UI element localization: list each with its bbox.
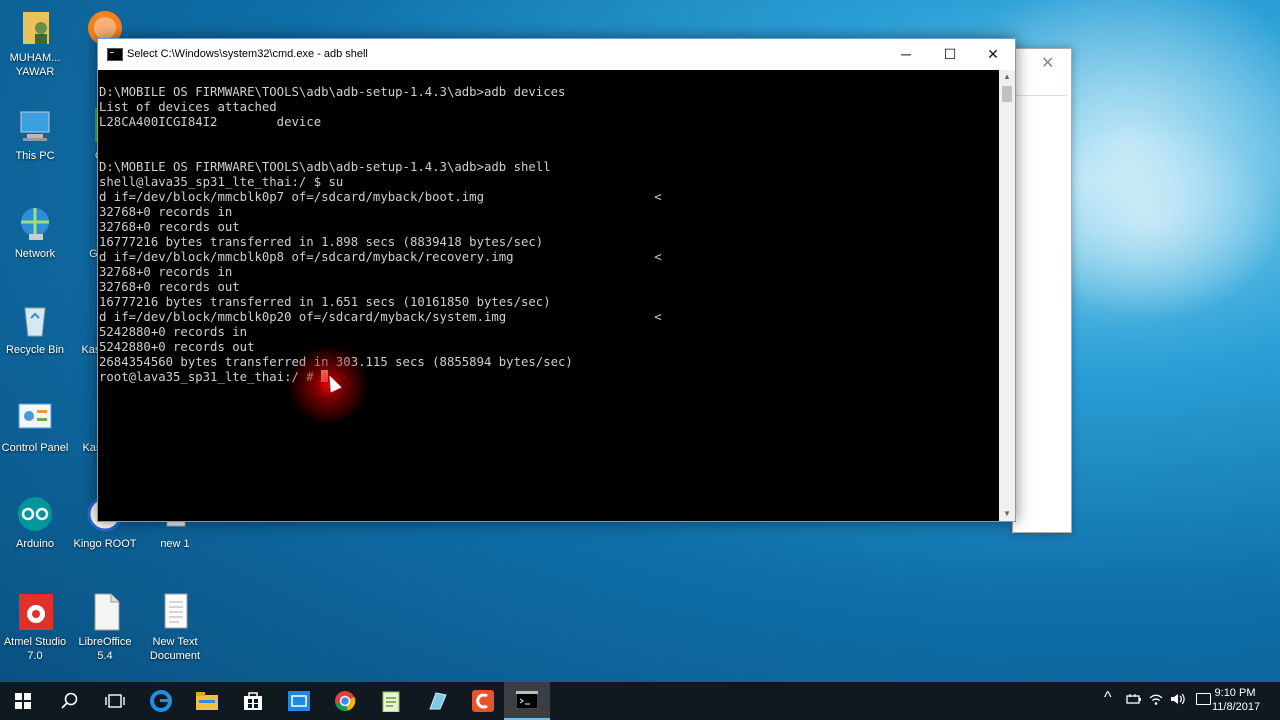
console-line: 32768+0 records in bbox=[99, 265, 233, 279]
action-center-icon[interactable] bbox=[1196, 693, 1211, 705]
text-document-icon bbox=[155, 592, 195, 632]
console-line: d if=/dev/block/mmcblk0p20 of=/sdcard/my… bbox=[99, 310, 662, 324]
desktop-icon-this-pc[interactable]: This PC bbox=[0, 106, 70, 163]
desktop-icon-label: LibreOffice 5.4 bbox=[78, 636, 132, 662]
camtasia-icon bbox=[472, 690, 494, 712]
atmel-studio-icon bbox=[15, 592, 55, 632]
title-bar[interactable]: Select C:\Windows\system32\cmd.exe - adb… bbox=[98, 39, 1015, 70]
window-content bbox=[1013, 95, 1067, 566]
scroll-up-icon[interactable]: ▲ bbox=[999, 70, 1015, 84]
taskbar-store[interactable] bbox=[230, 682, 276, 720]
desktop-icon-label: Kingo ROOT bbox=[73, 538, 137, 550]
console-line: 16777216 bytes transferred in 1.898 secs… bbox=[99, 235, 544, 249]
file-explorer-icon bbox=[196, 692, 218, 710]
desktop-icon-label: Atmel Studio 7.0 bbox=[3, 636, 67, 662]
console-line: L28CA400ICGI84I2 device bbox=[99, 115, 322, 129]
desktop: MUHAM... YAWAR This PC Network Recycle B… bbox=[0, 0, 1280, 682]
vertical-scrollbar[interactable]: ▲ ▼ bbox=[999, 70, 1015, 521]
desktop-icon-label: new 1 bbox=[160, 538, 190, 550]
recycle-bin-icon bbox=[15, 300, 55, 340]
cmd-window[interactable]: Select C:\Windows\system32\cmd.exe - adb… bbox=[97, 38, 1016, 522]
network-globe-icon bbox=[15, 204, 55, 244]
taskbar-chrome[interactable] bbox=[322, 682, 368, 720]
console-line: d if=/dev/block/mmcblk0p8 of=/sdcard/myb… bbox=[99, 250, 662, 264]
tray-chevron-icon[interactable]: ^ bbox=[1104, 689, 1112, 707]
console-line: shell@lava35_sp31_lte_thai:/ $ su bbox=[99, 175, 344, 189]
desktop-icon-label: This PC bbox=[15, 150, 55, 162]
taskbar-file-explorer[interactable] bbox=[184, 682, 230, 720]
task-view-button[interactable] bbox=[92, 682, 138, 720]
clock-date: 11/8/2017 bbox=[1212, 701, 1261, 713]
cmd-icon bbox=[107, 48, 123, 61]
console-line: 32768+0 records out bbox=[99, 220, 240, 234]
taskbar-camtasia[interactable] bbox=[460, 682, 506, 720]
console-line: d if=/dev/block/mmcblk0p7 of=/sdcard/myb… bbox=[99, 190, 662, 204]
console-line: 32768+0 records out bbox=[99, 280, 240, 294]
desktop-icon-label: MUHAM... YAWAR bbox=[9, 52, 61, 78]
console-line: D:\MOBILE OS FIRMWARE\TOOLS\adb\adb-setu… bbox=[99, 85, 566, 99]
store-icon bbox=[244, 692, 262, 710]
console-line: List of devices attached bbox=[99, 100, 277, 114]
taskbar-mail[interactable] bbox=[276, 682, 322, 720]
desktop-icon-libreoffice[interactable]: LibreOffice 5.4 bbox=[70, 592, 140, 663]
taskbar-edge[interactable] bbox=[138, 682, 184, 720]
taskbar-notepadpp[interactable] bbox=[368, 682, 414, 720]
search-button[interactable] bbox=[46, 682, 92, 720]
scrollbar-thumb[interactable] bbox=[1002, 86, 1012, 102]
maximize-button[interactable]: ☐ bbox=[928, 39, 972, 70]
close-icon[interactable]: ✕ bbox=[1041, 53, 1054, 73]
desktop-icon-label: Control Panel bbox=[1, 442, 69, 454]
computer-icon bbox=[15, 106, 55, 146]
console-line: 5242880+0 records out bbox=[99, 340, 255, 354]
desktop-icon-label: Network bbox=[14, 248, 56, 260]
edge-icon bbox=[150, 690, 172, 712]
minimize-button[interactable]: ─ bbox=[884, 39, 928, 70]
desktop-icon-atmel-studio[interactable]: Atmel Studio 7.0 bbox=[0, 592, 70, 663]
user-folder-icon bbox=[15, 8, 55, 48]
window-title: Select C:\Windows\system32\cmd.exe - adb… bbox=[127, 48, 368, 60]
taskbar-clock[interactable]: 9:10 PM 11/8/2017 bbox=[1212, 686, 1261, 714]
control-panel-icon bbox=[15, 398, 55, 438]
taskbar: ^ 9:10 PM 11/8/2017 bbox=[0, 682, 1280, 720]
desktop-icon-label: Arduino bbox=[16, 538, 54, 550]
notepadpp-icon bbox=[382, 691, 400, 712]
mail-icon bbox=[288, 691, 310, 711]
clock-time: 9:10 PM bbox=[1214, 687, 1256, 699]
taskbar-cmd[interactable] bbox=[504, 682, 550, 720]
desktop-icon-network[interactable]: Network bbox=[0, 204, 70, 261]
libreoffice-icon bbox=[85, 592, 125, 632]
background-explorer-window[interactable]: ✕ bbox=[1012, 48, 1072, 533]
desktop-icon-user-folder[interactable]: MUHAM... YAWAR bbox=[0, 8, 70, 79]
desktop-icon-recycle-bin[interactable]: Recycle Bin bbox=[0, 300, 70, 357]
wifi-icon[interactable] bbox=[1148, 692, 1164, 706]
battery-plug-icon[interactable] bbox=[1126, 692, 1142, 706]
console-line: 16777216 bytes transferred in 1.651 secs… bbox=[99, 295, 551, 309]
console-line: 5242880+0 records in bbox=[99, 325, 248, 339]
task-view-icon bbox=[105, 694, 125, 708]
close-button[interactable]: ✕ bbox=[971, 39, 1015, 70]
arduino-icon bbox=[15, 494, 55, 534]
console-line: D:\MOBILE OS FIRMWARE\TOOLS\adb\adb-setu… bbox=[99, 160, 551, 174]
desktop-icon-new-text-document[interactable]: New Text Document bbox=[140, 592, 210, 663]
desktop-icon-label: New Text Document bbox=[149, 636, 201, 662]
scroll-down-icon[interactable]: ▼ bbox=[999, 507, 1015, 521]
start-button[interactable] bbox=[0, 682, 46, 720]
desktop-icon-label: Recycle Bin bbox=[5, 344, 65, 356]
app-icon bbox=[429, 692, 447, 710]
search-icon bbox=[61, 692, 78, 709]
volume-icon[interactable] bbox=[1170, 692, 1186, 706]
chrome-icon bbox=[335, 691, 356, 711]
console-output[interactable]: D:\MOBILE OS FIRMWARE\TOOLS\adb\adb-setu… bbox=[98, 70, 999, 521]
cmd-icon bbox=[516, 691, 538, 709]
console-line: 32768+0 records in bbox=[99, 205, 233, 219]
start-icon bbox=[15, 693, 31, 709]
desktop-icon-arduino[interactable]: Arduino bbox=[0, 494, 70, 551]
taskbar-app[interactable] bbox=[414, 682, 460, 720]
desktop-icon-control-panel[interactable]: Control Panel bbox=[0, 398, 70, 455]
